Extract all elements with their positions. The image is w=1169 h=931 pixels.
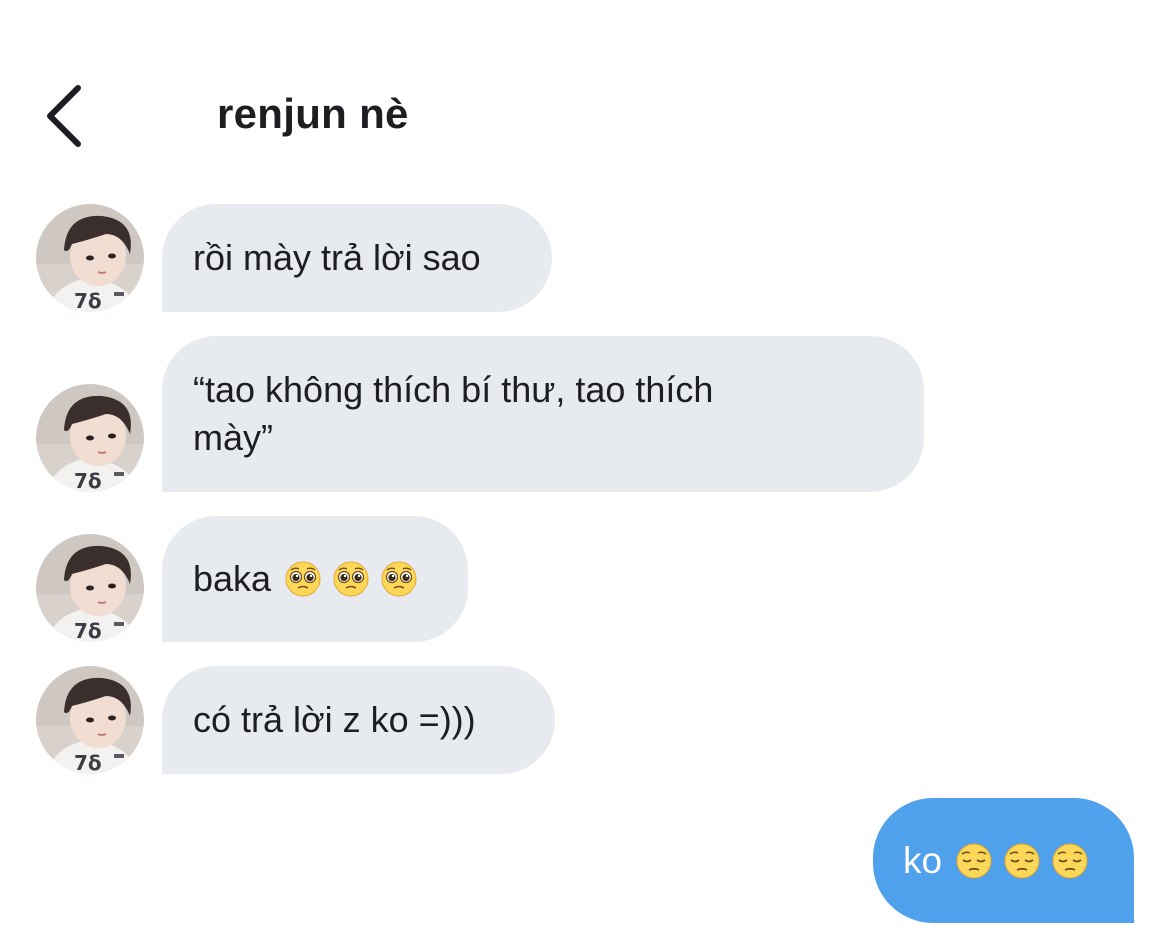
avatar[interactable] <box>36 666 144 774</box>
incoming-message-bubble[interactable]: rồi mày trả lời sao <box>162 204 552 312</box>
conversation-title: renjun nè <box>217 90 409 137</box>
message-text: baka <box>193 558 272 599</box>
pleading-face-emoji <box>381 561 417 597</box>
avatar[interactable] <box>36 534 144 642</box>
message-text: rồi mày trả lời sao <box>193 237 481 278</box>
profile-photo <box>36 204 144 312</box>
pensive-face-emoji <box>1004 842 1040 879</box>
profile-photo <box>36 534 144 642</box>
message-text: có trả lời z ko =))) <box>193 699 476 740</box>
chevron-left-icon <box>47 85 81 147</box>
avatar[interactable] <box>36 384 144 492</box>
pensive-face-emoji <box>956 842 992 879</box>
message-text: “tao không thích bí thư, tao thích mày” <box>193 369 714 458</box>
emoji-group <box>956 842 1088 879</box>
avatar[interactable] <box>36 204 144 312</box>
incoming-message-bubble[interactable]: baka <box>162 516 468 642</box>
pleading-face-emoji <box>333 561 369 597</box>
incoming-message-bubble[interactable]: có trả lời z ko =))) <box>162 666 555 774</box>
chat-header: renjun nè <box>0 60 1169 170</box>
message-text: ko <box>903 839 943 881</box>
outgoing-message-bubble[interactable]: ko <box>873 798 1134 923</box>
profile-photo <box>36 666 144 774</box>
pensive-face-emoji <box>1052 842 1088 879</box>
emoji-group <box>285 561 417 597</box>
pleading-face-emoji <box>285 561 321 597</box>
profile-photo <box>36 384 144 492</box>
back-button[interactable] <box>30 80 100 152</box>
incoming-message-bubble[interactable]: “tao không thích bí thư, tao thích mày” <box>162 336 924 492</box>
